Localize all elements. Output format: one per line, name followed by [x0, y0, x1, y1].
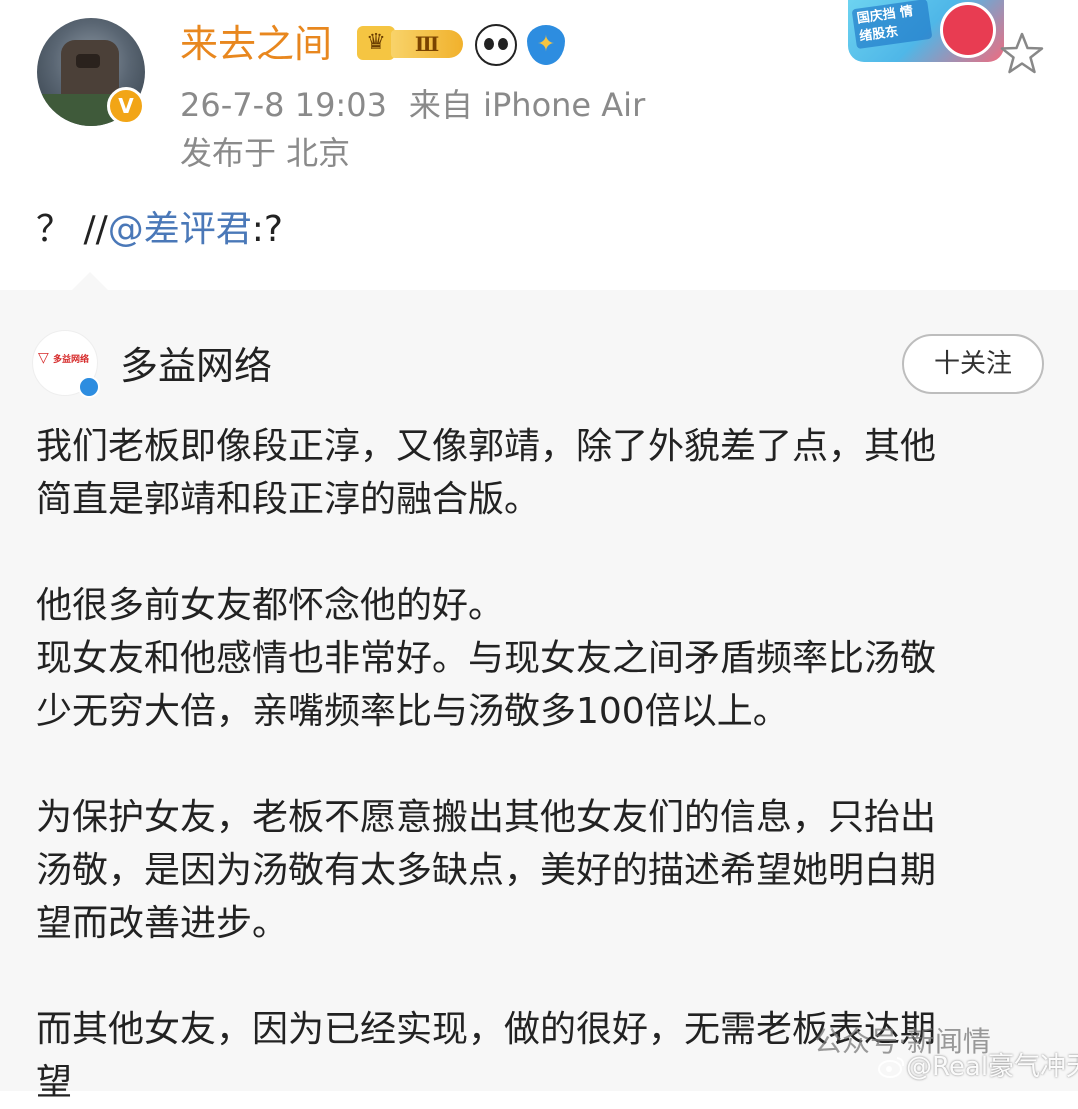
org-verified-icon — [78, 376, 100, 398]
body-line: 少无穷大倍，亲嘴频率比与汤敬多100倍以上。 — [36, 691, 789, 732]
mascot-icon — [940, 2, 996, 58]
org-logo-text: 多益网络 — [53, 355, 90, 365]
comment-suffix: :? — [251, 209, 283, 250]
follow-button[interactable]: 十关注 — [902, 334, 1044, 394]
post-timestamp: 26-7-8 19:03 — [180, 86, 387, 124]
star-icon[interactable] — [998, 30, 1046, 78]
card-pointer — [72, 272, 108, 290]
vip-level: Ⅲ — [391, 30, 463, 58]
body-line: 望而改善进步。 — [36, 903, 289, 944]
original-post-body: 我们老板即像段正淳，又像郭靖，除了外貌差了点，其他 简直是郭靖和段正淳的融合版。… — [36, 420, 1036, 1109]
body-line: 为保护女友，老板不愿意搬出其他女友们的信息，只抬出 — [36, 797, 937, 838]
watermark-username: @Real豪气冲天 — [906, 1052, 1078, 1082]
org-logo-icon: ▽ — [38, 350, 49, 366]
panda-icon[interactable] — [475, 24, 517, 66]
body-line: 我们老板即像段正淳，又像郭靖，除了外貌差了点，其他 — [36, 426, 937, 467]
crown-icon: ♛ — [357, 26, 395, 60]
festival-badge-text: 国庆挡 情绪股东 — [851, 0, 933, 50]
post-location: 发布于 北京 — [180, 134, 351, 172]
festival-badge[interactable]: 国庆挡 情绪股东 — [848, 0, 1004, 62]
vip-badge[interactable]: ♛ Ⅲ — [357, 24, 465, 62]
body-line: 现女友和他感情也非常好。与现女友之间矛盾频率比汤敬 — [36, 638, 937, 679]
body-line: 简直是郭靖和段正淳的融合版。 — [36, 479, 541, 520]
mention-link[interactable]: @差评君 — [108, 209, 252, 250]
verified-v-icon: V — [107, 87, 145, 125]
post-meta: 26-7-8 19:03 来自 iPhone Air — [180, 82, 645, 128]
comment-prefix: ？ // — [36, 209, 108, 250]
body-line: 他很多前女友都怀念他的好。 — [36, 585, 505, 626]
repost-comment: ？ //@差评君:? — [36, 204, 283, 256]
weibo-icon — [878, 1057, 905, 1078]
org-name[interactable]: 多益网络 — [120, 340, 272, 392]
post-source: 来自 iPhone Air — [408, 86, 646, 124]
username[interactable]: 来去之间 — [180, 18, 332, 70]
body-line: 汤敬，是因为汤敬有太多缺点，美好的描述希望她明白期 — [36, 850, 937, 891]
